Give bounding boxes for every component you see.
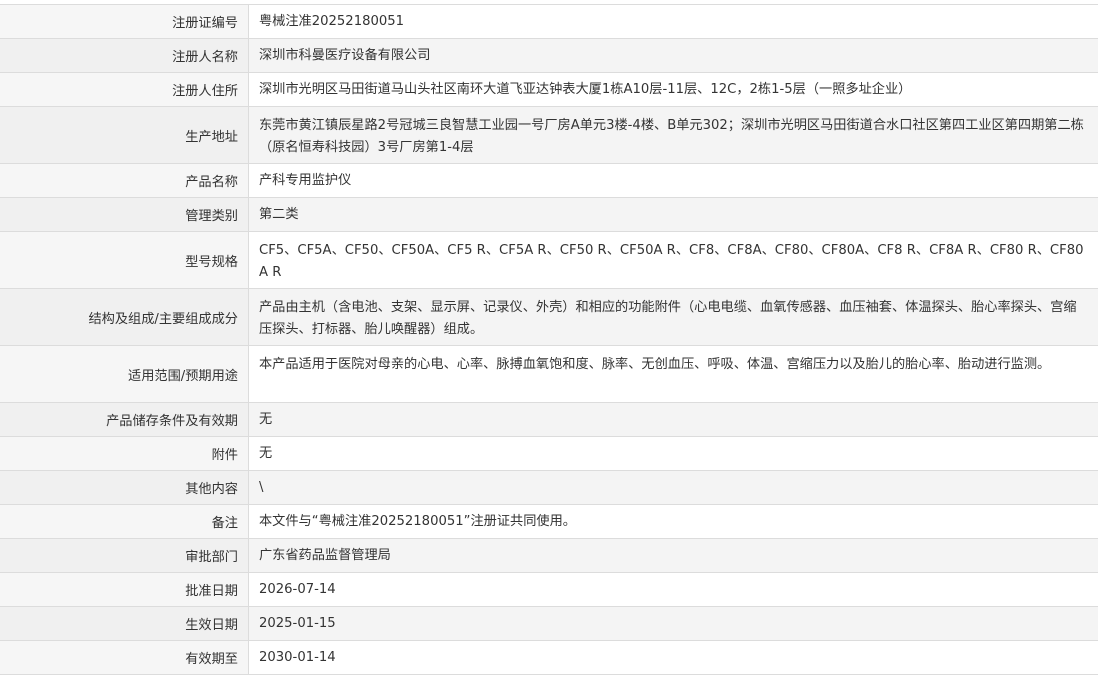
row-value: 本产品适用于医院对母亲的心电、心率、脉搏血氧饱和度、脉率、无创血压、呼吸、体温、… <box>249 346 1098 402</box>
row-value: 第二类 <box>249 198 1098 231</box>
table-row: 管理类别 第二类 <box>0 198 1098 232</box>
table-row: 型号规格 CF5、CF5A、CF50、CF50A、CF5 R、CF5A R、CF… <box>0 232 1098 289</box>
row-label: 生产地址 <box>0 107 249 163</box>
row-label: 其他内容 <box>0 471 249 504</box>
table-row: 附件 无 <box>0 437 1098 471</box>
registration-table: 注册证编号 粤械注准20252180051 注册人名称 深圳市科曼医疗设备有限公… <box>0 4 1099 675</box>
row-label: 产品储存条件及有效期 <box>0 403 249 436</box>
row-value: 无 <box>249 403 1098 436</box>
table-row: 注册证编号 粤械注准20252180051 <box>0 5 1098 39</box>
row-label: 备注 <box>0 505 249 538</box>
row-value: 广东省药品监督管理局 <box>249 539 1098 572</box>
table-row: 注册人名称 深圳市科曼医疗设备有限公司 <box>0 39 1098 73</box>
table-row: 结构及组成/主要组成成分 产品由主机（含电池、支架、显示屏、记录仪、外壳）和相应… <box>0 289 1098 346</box>
row-label: 有效期至 <box>0 641 249 674</box>
table-row: 适用范围/预期用途 本产品适用于医院对母亲的心电、心率、脉搏血氧饱和度、脉率、无… <box>0 346 1098 403</box>
row-value: 深圳市科曼医疗设备有限公司 <box>249 39 1098 72</box>
table-row: 生产地址 东莞市黄江镇辰星路2号冠城三良智慧工业园一号厂房A单元3楼-4楼、B单… <box>0 107 1098 164</box>
row-value: 本文件与“粤械注准20252180051”注册证共同使用。 <box>249 505 1098 538</box>
table-row: 审批部门 广东省药品监督管理局 <box>0 539 1098 573</box>
row-value: 粤械注准20252180051 <box>249 5 1098 38</box>
row-label: 审批部门 <box>0 539 249 572</box>
row-label: 注册人住所 <box>0 73 249 106</box>
table-row: 其他内容 \ <box>0 471 1098 505</box>
row-label: 结构及组成/主要组成成分 <box>0 289 249 345</box>
row-value: 产品由主机（含电池、支架、显示屏、记录仪、外壳）和相应的功能附件（心电电缆、血氧… <box>249 289 1098 345</box>
table-row: 注册人住所 深圳市光明区马田街道马山头社区南环大道飞亚达钟表大厦1栋A10层-1… <box>0 73 1098 107</box>
row-label: 产品名称 <box>0 164 249 197</box>
row-value: 2026-07-14 <box>249 573 1098 606</box>
row-value: \ <box>249 471 1098 504</box>
table-row: 产品储存条件及有效期 无 <box>0 403 1098 437</box>
table-row: 备注 本文件与“粤械注准20252180051”注册证共同使用。 <box>0 505 1098 539</box>
row-value: 产科专用监护仪 <box>249 164 1098 197</box>
row-label: 批准日期 <box>0 573 249 606</box>
row-value: 2030-01-14 <box>249 641 1098 674</box>
row-value: 深圳市光明区马田街道马山头社区南环大道飞亚达钟表大厦1栋A10层-11层、12C… <box>249 73 1098 106</box>
row-value: 东莞市黄江镇辰星路2号冠城三良智慧工业园一号厂房A单元3楼-4楼、B单元302；… <box>249 107 1098 163</box>
table-row: 有效期至 2030-01-14 <box>0 641 1098 675</box>
row-label: 适用范围/预期用途 <box>0 346 249 402</box>
row-label: 注册证编号 <box>0 5 249 38</box>
table-row: 生效日期 2025-01-15 <box>0 607 1098 641</box>
row-value: 2025-01-15 <box>249 607 1098 640</box>
page-margin <box>1098 0 1118 678</box>
table-row: 产品名称 产科专用监护仪 <box>0 164 1098 198</box>
row-label: 注册人名称 <box>0 39 249 72</box>
row-value: CF5、CF5A、CF50、CF50A、CF5 R、CF5A R、CF50 R、… <box>249 232 1098 288</box>
row-label: 生效日期 <box>0 607 249 640</box>
row-label: 附件 <box>0 437 249 470</box>
table-row: 批准日期 2026-07-14 <box>0 573 1098 607</box>
row-label: 型号规格 <box>0 232 249 288</box>
row-label: 管理类别 <box>0 198 249 231</box>
row-value: 无 <box>249 437 1098 470</box>
